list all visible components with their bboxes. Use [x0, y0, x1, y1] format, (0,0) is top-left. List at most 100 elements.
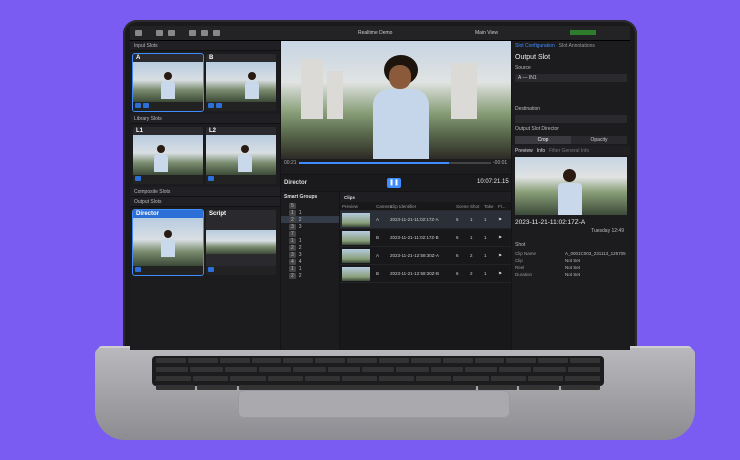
- smart-group-row[interactable]: 33: [281, 223, 339, 230]
- group-badge: 1: [289, 265, 296, 272]
- table-row[interactable]: A 2023-11-21-11:02:17Z-A 6 1 1 ⚑: [340, 211, 511, 229]
- scrubber[interactable]: 00:21 -00:01: [281, 159, 511, 174]
- flag-icon[interactable]: ⚑: [498, 235, 508, 241]
- input-slot-a[interactable]: A: [133, 54, 203, 111]
- composite-slots-header[interactable]: Composite Slots: [130, 187, 280, 197]
- timecode-elapsed: 00:21: [284, 160, 297, 166]
- slot-control-icon[interactable]: [208, 267, 214, 272]
- main-viewer[interactable]: 00:21 -00:01: [281, 41, 511, 174]
- smart-group-row[interactable]: 22: [281, 244, 339, 251]
- slot-control-icon[interactable]: [135, 267, 141, 272]
- clip-shot: 1: [470, 235, 473, 240]
- tab-slot-configuration[interactable]: Slot Configuration: [515, 43, 555, 49]
- group-name: 1: [298, 265, 302, 272]
- flag-icon[interactable]: ⚑: [498, 271, 508, 277]
- smart-group-row[interactable]: 22: [281, 216, 339, 223]
- grid-icon[interactable]: [168, 30, 175, 36]
- slot-label: B: [209, 55, 214, 61]
- info-label[interactable]: Info: [537, 148, 545, 154]
- output-slot-script[interactable]: Script: [206, 210, 276, 275]
- slots-panel: Input Slots A B Library Slots L1 L2 Comp…: [130, 41, 280, 350]
- group-name: 2: [298, 244, 302, 251]
- panel-icon[interactable]: [213, 30, 220, 36]
- inspector-panel: Slot Configuration Slot Annotations Outp…: [512, 41, 630, 350]
- smart-group-row[interactable]: 11: [281, 237, 339, 244]
- column-header[interactable]: Scene: [456, 204, 470, 209]
- smart-group-row[interactable]: 33: [281, 251, 339, 258]
- clip-time: Tuesday 12:49: [591, 228, 624, 234]
- column-header[interactable]: Take: [484, 204, 498, 209]
- group-name: 4: [298, 258, 302, 265]
- clips-panel: Clips Preview Camera Clip Identifier Scene S…: [340, 192, 511, 350]
- metadata-key: Duration: [515, 272, 533, 277]
- column-header[interactable]: Preview: [340, 204, 376, 209]
- library-slot-l1[interactable]: L1: [133, 127, 203, 184]
- flag-icon[interactable]: ⚑: [498, 217, 508, 223]
- keyboard: [152, 356, 604, 390]
- output-slots-header[interactable]: Output Slots: [130, 197, 280, 207]
- column-header[interactable]: Fl...: [498, 204, 508, 209]
- column-header[interactable]: Camera: [376, 204, 392, 209]
- slot-label: Script: [209, 211, 227, 217]
- sidebar-toggle-icon[interactable]: [135, 30, 142, 36]
- tab-slot-annotations[interactable]: Slot Annotations: [559, 43, 595, 49]
- group-badge: 1: [289, 237, 296, 244]
- smart-groups-panel: Smart Groups 51122337112233441122: [281, 192, 339, 350]
- inspector-title: Output Slot: [515, 54, 551, 61]
- group-badge: 5: [289, 202, 296, 209]
- output-slot-director[interactable]: Director: [133, 210, 203, 275]
- flag-icon[interactable]: ⚑: [498, 253, 508, 259]
- pause-icon[interactable]: [156, 30, 163, 36]
- crop-opacity-toggle[interactable]: Crop Opacity: [515, 136, 627, 144]
- smart-groups-title: Smart Groups: [284, 194, 318, 200]
- slot-control-icon[interactable]: [208, 176, 214, 181]
- clip-preview: [340, 248, 376, 263]
- group-badge: 2: [289, 216, 296, 223]
- trackpad: [238, 390, 510, 418]
- timecode-remaining: -00:01: [493, 160, 508, 166]
- clip-id: 2023-11-21-12:58:30Z-A: [390, 253, 439, 258]
- smart-group-row[interactable]: 11: [281, 265, 339, 272]
- slot-control-icon[interactable]: [216, 103, 222, 108]
- layout-icon[interactable]: [201, 30, 208, 36]
- table-row[interactable]: B 2023-11-21-12:58:30Z-B 6 2 1 ⚑: [340, 265, 511, 283]
- group-badge: 1: [289, 209, 296, 216]
- column-header[interactable]: Shot: [470, 204, 484, 209]
- slot-control-icon[interactable]: [143, 103, 149, 108]
- play-pause-button[interactable]: ❚❚: [387, 178, 401, 188]
- project-title[interactable]: Realtime Demo: [358, 30, 392, 36]
- destination-field[interactable]: [515, 115, 627, 123]
- library-slot-l2[interactable]: L2: [206, 127, 276, 184]
- input-slots-header[interactable]: Input Slots: [130, 41, 280, 51]
- column-header[interactable]: Clip Identifier: [390, 204, 456, 209]
- smart-group-row[interactable]: 44: [281, 258, 339, 265]
- metadata-row: Clip Name A_0001C003_231113_125705: [512, 250, 630, 257]
- table-row[interactable]: A 2023-11-21-12:58:30Z-A 6 2 1 ⚑: [340, 247, 511, 265]
- clip-scene: 6: [456, 235, 459, 240]
- camera-icon[interactable]: [189, 30, 196, 36]
- clip-id: 2023-11-21-11:02:17Z-B: [390, 235, 439, 240]
- metadata-key: Reel: [515, 265, 525, 270]
- input-slot-b[interactable]: B: [206, 54, 276, 111]
- library-slots-header[interactable]: Library Slots: [130, 114, 280, 124]
- table-row[interactable]: B 2023-11-21-11:02:17Z-B 6 1 1 ⚑: [340, 229, 511, 247]
- slot-control-icon[interactable]: [135, 103, 141, 108]
- smart-group-row[interactable]: 11: [281, 209, 339, 216]
- smart-group-row[interactable]: 22: [281, 272, 339, 279]
- group-name: 1: [298, 209, 302, 216]
- group-name: 2: [298, 216, 302, 223]
- opacity-tab[interactable]: Opacity: [571, 136, 627, 144]
- preview-label[interactable]: Preview: [515, 148, 533, 154]
- smart-group-row[interactable]: 5: [281, 202, 339, 209]
- group-badge: 7: [289, 230, 296, 237]
- slot-label: L1: [136, 128, 144, 134]
- metadata-row: Reel Not Set: [512, 264, 630, 271]
- clip-take: 1: [484, 253, 487, 258]
- source-select[interactable]: A — IN1: [515, 74, 627, 82]
- slot-control-icon[interactable]: [135, 176, 141, 181]
- smart-group-row[interactable]: 7: [281, 230, 339, 237]
- crop-tab[interactable]: Crop: [515, 136, 571, 144]
- slot-control-icon[interactable]: [208, 103, 214, 108]
- view-selector[interactable]: Main View: [475, 30, 498, 36]
- info-search-input[interactable]: Filter General Info: [549, 148, 589, 154]
